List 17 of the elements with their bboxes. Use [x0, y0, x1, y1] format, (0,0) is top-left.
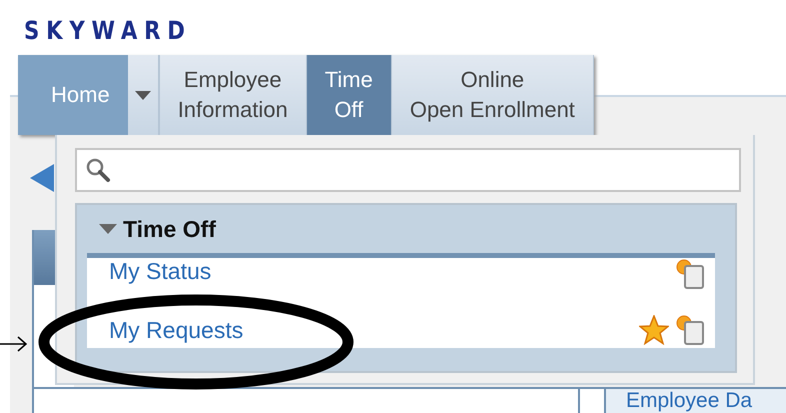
triangle-icon[interactable] [30, 164, 54, 192]
menu-link[interactable]: My Status [109, 258, 212, 285]
nav-tab[interactable]: Online Open Enrollment [392, 55, 594, 135]
caret-icon[interactable] [99, 224, 117, 234]
document-icon[interactable] [675, 314, 705, 346]
caret-icon [134, 90, 151, 100]
logo: SKYWARD [24, 15, 193, 39]
search-icon [85, 157, 111, 183]
nav-tab[interactable]: Employee Information [160, 55, 307, 135]
menu-link[interactable]: My Requests [109, 316, 244, 344]
nav-tab[interactable]: Time Off [306, 55, 392, 135]
search-field[interactable] [75, 148, 741, 192]
star-icon[interactable] [639, 315, 669, 345]
arrow-annotation [0, 335, 28, 353]
dropdown-button[interactable] [128, 55, 160, 135]
document-icon[interactable] [675, 258, 705, 290]
section-title: Time Off [123, 216, 216, 242]
